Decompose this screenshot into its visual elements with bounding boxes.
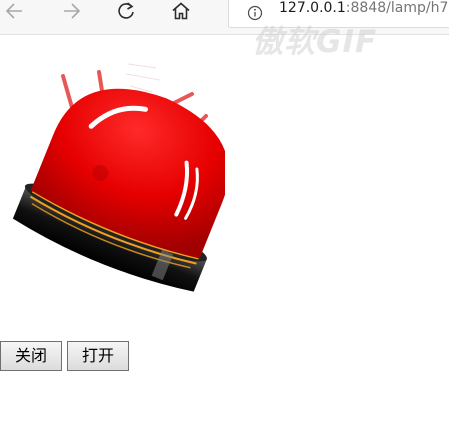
address-bar[interactable]: 127.0.0.1:8848/lamp/h7.h [228, 0, 449, 28]
browser-toolbar: 127.0.0.1:8848/lamp/h7.h [0, 0, 449, 35]
back-button[interactable] [0, 0, 30, 22]
refresh-button[interactable] [111, 0, 141, 22]
arrow-left-icon [5, 3, 22, 19]
turn-off-button[interactable]: 关闭 [0, 341, 62, 371]
lamp-controls: 关闭 打开 [0, 341, 129, 371]
arrow-right-icon [64, 3, 81, 19]
home-button[interactable] [166, 0, 196, 22]
turn-on-button[interactable]: 打开 [67, 341, 129, 371]
url-text: 127.0.0.1:8848/lamp/h7.h [279, 0, 449, 16]
info-icon [247, 5, 263, 21]
refresh-icon [118, 2, 134, 19]
home-icon [172, 2, 190, 20]
forward-button[interactable] [56, 0, 86, 22]
url-host: 127.0.0.1 [279, 0, 346, 16]
alarm-lamp-image [12, 63, 225, 292]
url-path: :8848/lamp/h7.h [345, 0, 449, 16]
